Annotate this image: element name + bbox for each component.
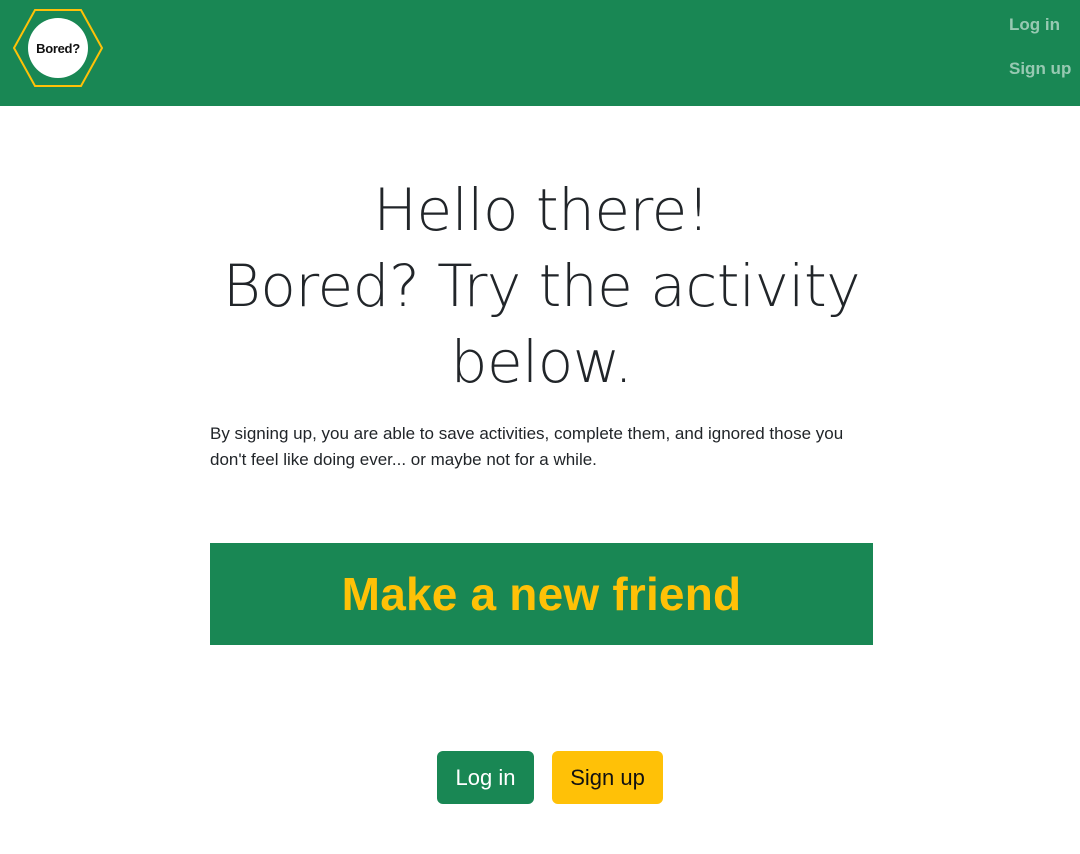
signup-button[interactable]: Sign up <box>552 751 663 804</box>
login-button[interactable]: Log in <box>437 751 534 804</box>
logo-text: Bored? <box>36 40 80 56</box>
hero-heading: Hello there! Bored? Try the activity bel… <box>210 172 873 400</box>
hero-line-1: Hello there! <box>373 176 710 244</box>
intro-paragraph: By signing up, you are able to save acti… <box>210 424 844 469</box>
nav-signup-link[interactable]: Sign up <box>1009 59 1071 79</box>
hero-line-3: below. <box>450 328 633 396</box>
activity-card: Make a new friend <box>210 543 873 645</box>
activity-text: Make a new friend <box>341 568 742 620</box>
bored-logo[interactable]: Bored? <box>13 9 103 87</box>
hero-line-2: Bored? Try the activity <box>222 252 861 320</box>
nav-login-link[interactable]: Log in <box>1009 15 1060 35</box>
top-navbar: Bored? Log in Sign up <box>0 0 1080 106</box>
